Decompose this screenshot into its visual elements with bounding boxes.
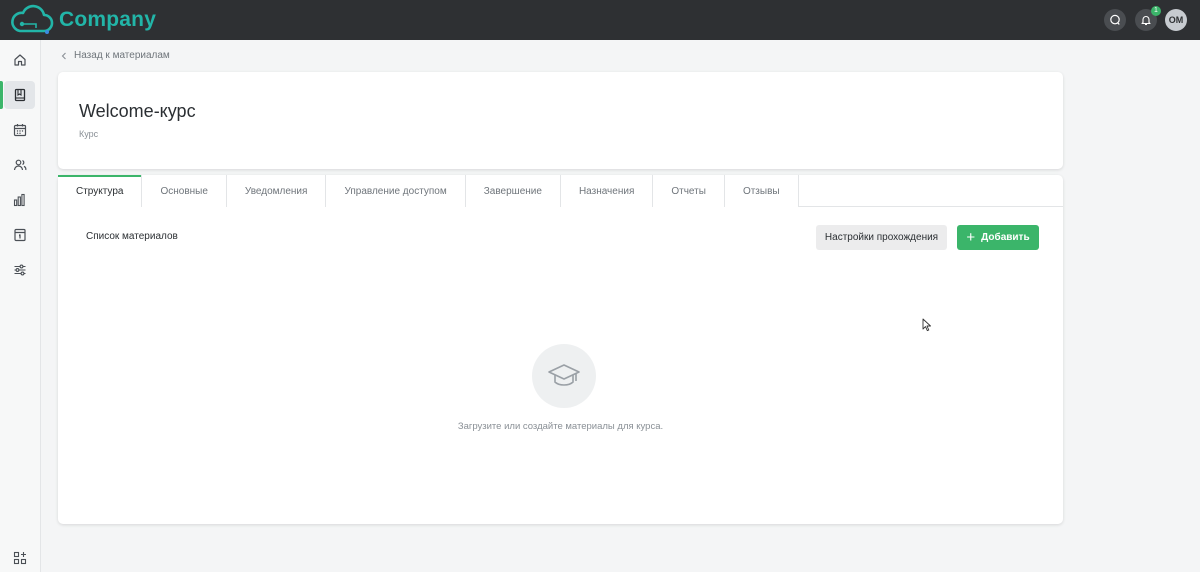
top-bar: Company 1 OM [0,0,1200,40]
page-title: Welcome-курс [79,101,196,121]
cloud-logo-icon [11,4,54,34]
notifications-button[interactable]: 1 [1135,6,1161,31]
bar-chart-icon [13,193,25,207]
sidebar-item-home[interactable] [4,46,35,74]
sidebar-item-calendar[interactable] [4,116,35,144]
calendar-icon [13,124,26,137]
tab-completion[interactable]: Завершение [465,175,561,207]
notifications-badge: 1 [1151,6,1161,16]
sidebar-item-settings[interactable] [4,256,35,284]
tab-bar: Структура Основные Уведомления Управлени… [58,175,1063,207]
chat-button[interactable] [1104,9,1126,31]
sidebar-item-page[interactable] [4,221,35,249]
tab-structure[interactable]: Структура [58,175,143,207]
users-icon [13,159,26,171]
apps-add-icon [13,551,26,565]
tab-notifications[interactable]: Уведомления [226,175,327,207]
brand-name: Company [59,8,157,31]
book-icon [14,88,25,102]
user-avatar[interactable]: OM [1165,9,1187,31]
top-actions: 1 OM [1095,6,1187,31]
tab-access-control[interactable]: Управление доступом [326,175,466,207]
sidebar-item-apps[interactable] [4,544,35,572]
sidebar [0,40,41,572]
sliders-icon [14,264,25,276]
chat-icon [1110,14,1120,25]
tab-reports[interactable]: Отчеты [653,175,725,207]
course-header: Welcome-курс Курс [58,72,1063,169]
mouse-cursor-icon [922,318,931,332]
page-subtitle: Курс [79,129,99,139]
sidebar-item-users[interactable] [4,151,35,179]
logo[interactable]: Company [10,4,156,36]
tab-general[interactable]: Основные [142,175,227,207]
tab-assignments[interactable]: Назначения [560,175,654,207]
sidebar-item-materials[interactable] [0,81,35,109]
bell-icon [1141,16,1151,26]
chevron-left-icon [61,52,66,59]
tab-reviews[interactable]: Отзывы [724,175,799,207]
add-button[interactable]: + Добавить [957,225,1039,250]
progress-settings-button[interactable]: Настройки прохождения [816,225,947,250]
course-content: Структура Основные Уведомления Управлени… [58,175,1063,524]
breadcrumb[interactable]: Назад к материалам [61,50,170,61]
empty-state-text: Загрузите или создайте материалы для кур… [457,421,664,432]
back-to-materials-link[interactable]: Назад к материалам [74,50,170,61]
home-icon [13,54,26,66]
materials-list-title: Список материалов [86,231,178,242]
page-icon [13,228,26,242]
sidebar-item-analytics[interactable] [4,186,35,214]
add-button-label: Добавить [981,232,1030,243]
graduation-cap-icon [548,364,580,386]
plus-icon: + [966,229,976,246]
empty-state-illustration [532,344,596,408]
